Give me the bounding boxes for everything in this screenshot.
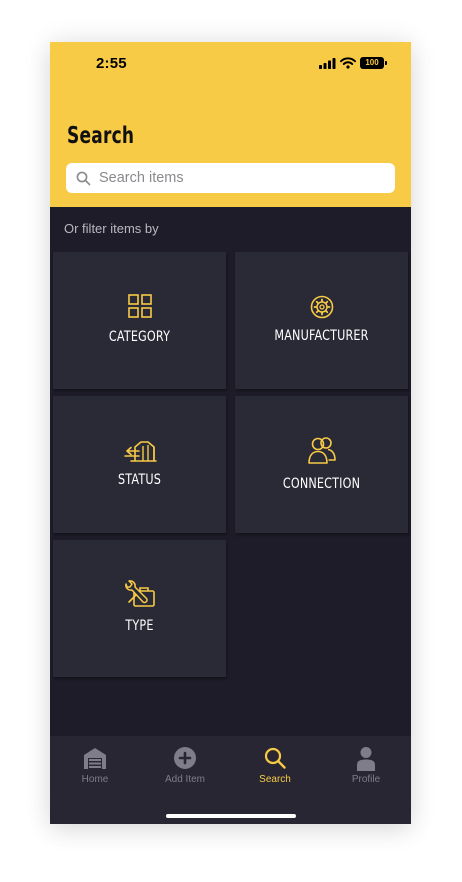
status-icons: 100 [319, 57, 387, 69]
search-icon [76, 171, 91, 185]
filter-tile-connection[interactable]: CONNECTION [235, 396, 408, 533]
tab-label: Add Item [164, 774, 206, 785]
filter-tile-category[interactable]: CATEGORY [53, 252, 226, 389]
tab-add-item[interactable]: Add Item [140, 736, 230, 796]
filter-tile-manufacturer[interactable]: MANUFACTURER [235, 252, 408, 389]
page-title: Search [67, 123, 135, 149]
tab-bar: Home Add Item Search Profile [50, 736, 411, 824]
add-circle-icon [140, 747, 230, 769]
filter-tile-type[interactable]: TYPE [53, 540, 226, 677]
status-time: 2:55 [96, 55, 127, 72]
tab-search[interactable]: Search [230, 736, 320, 796]
status-stack-icon [53, 439, 226, 463]
tab-home[interactable]: Home [50, 736, 140, 796]
home-indicator [166, 814, 296, 818]
people-icon [235, 435, 408, 465]
signal-icon [319, 57, 336, 69]
filter-tile-label: STATUS [118, 472, 161, 488]
search-icon [230, 747, 320, 769]
search-bar[interactable] [66, 163, 395, 193]
filter-label: Or filter items by [64, 221, 159, 236]
grid-icon [53, 294, 226, 318]
header: 2:55 100 Search [50, 42, 411, 207]
tools-icon [53, 580, 226, 610]
tab-label: Home [81, 774, 109, 785]
search-input[interactable] [99, 170, 379, 186]
wifi-icon [340, 57, 356, 69]
tab-label: Profile [351, 774, 381, 785]
garage-icon [50, 747, 140, 769]
tab-profile[interactable]: Profile [321, 736, 411, 796]
tab-label: Search [259, 774, 291, 785]
phone-screen: 2:55 100 Search Or filter items [50, 42, 411, 824]
filter-tile-label: CONNECTION [282, 476, 361, 492]
gear-icon [235, 295, 408, 319]
filter-tile-label: CATEGORY [108, 329, 171, 345]
filter-tile-label: TYPE [125, 618, 154, 634]
battery-icon: 100 [360, 57, 387, 69]
filter-tile-label: MANUFACTURER [274, 328, 369, 344]
profile-icon [321, 747, 411, 771]
filter-tile-status[interactable]: STATUS [53, 396, 226, 533]
